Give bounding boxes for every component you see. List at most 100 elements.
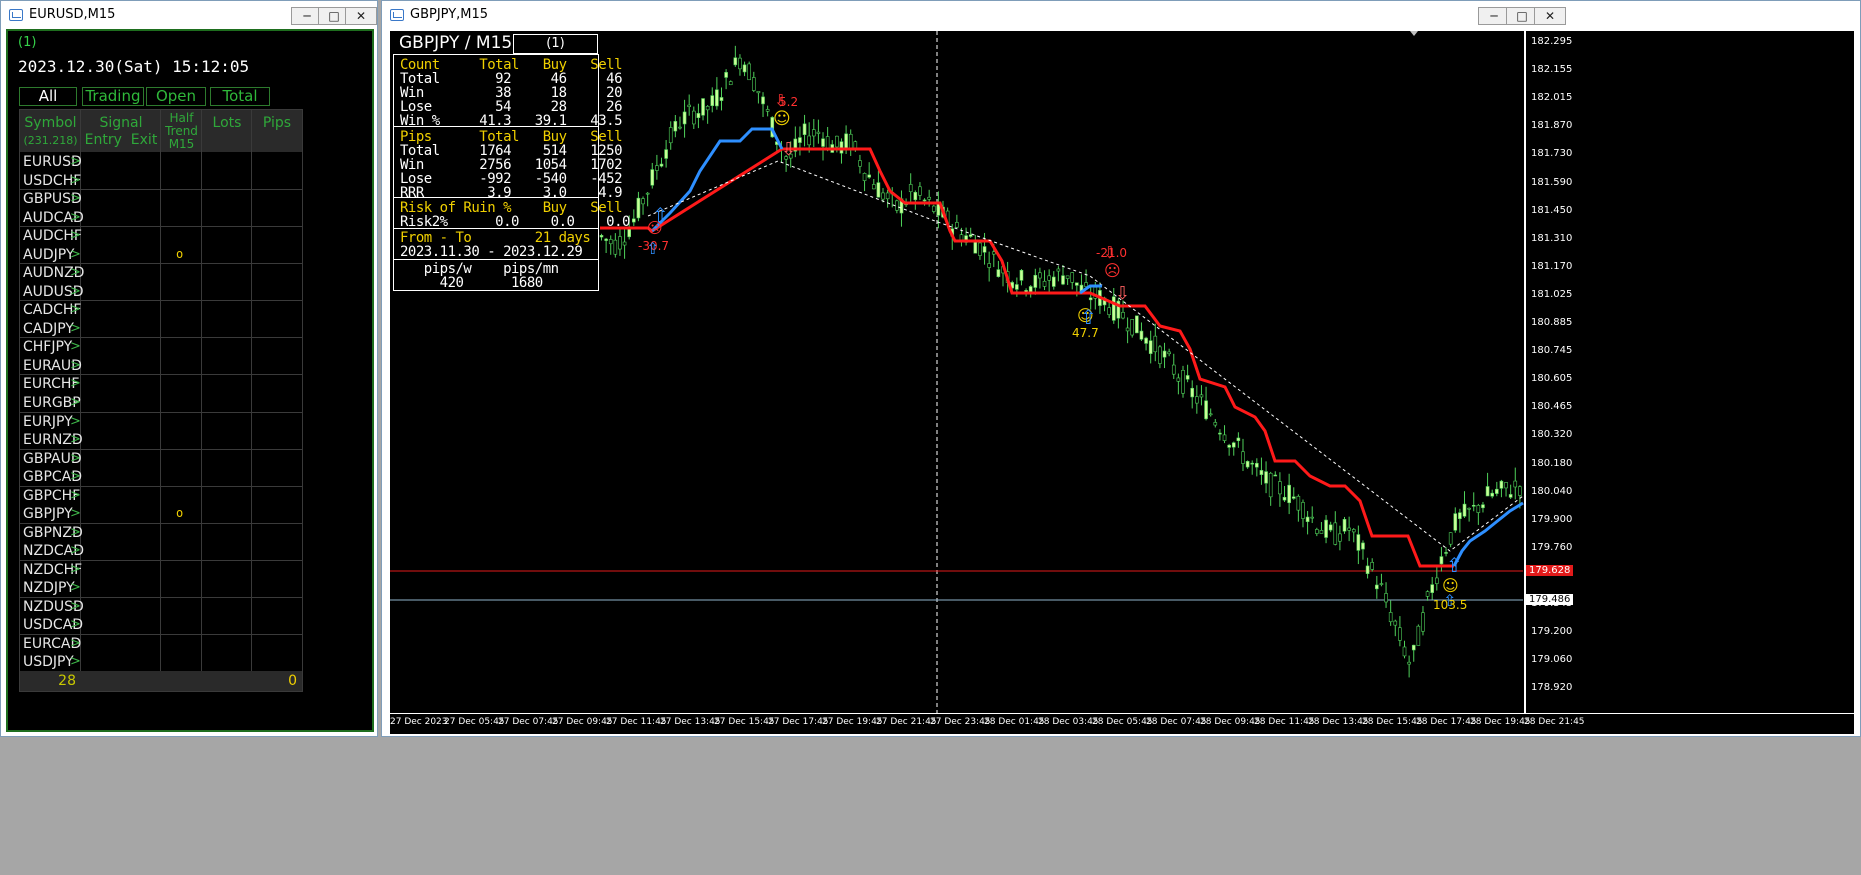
stats-pips-box: Pips Total Buy Sell Total 1764 514 1250 … — [393, 126, 623, 201]
candle-body — [908, 184, 913, 193]
candle-body — [821, 138, 825, 147]
chevron-right-icon[interactable]: > — [70, 580, 81, 595]
chevron-right-icon[interactable]: > — [70, 469, 81, 484]
symbol-gbpjpy[interactable]: GBPJPY — [23, 506, 73, 522]
chevron-right-icon[interactable]: > — [70, 432, 81, 447]
price-tick-label: 179.900 — [1531, 513, 1573, 525]
time-tick-label: 27 Dec 09:45 — [552, 717, 613, 727]
chevron-right-icon[interactable]: > — [70, 302, 81, 317]
row-separator — [20, 449, 302, 450]
chevron-right-icon[interactable]: > — [70, 339, 81, 354]
chevron-right-icon[interactable]: > — [70, 636, 81, 651]
chevron-right-icon[interactable]: > — [70, 247, 81, 262]
candle-body — [1282, 496, 1287, 501]
chevron-right-icon[interactable]: > — [70, 414, 81, 429]
candle-body — [1499, 480, 1504, 489]
candle-body — [604, 238, 608, 241]
candle-body — [724, 72, 728, 78]
candle-body — [650, 169, 655, 186]
chart-area[interactable]: 182.295 182.155 182.015 181.870 181.730 181.5… — [390, 31, 1854, 734]
candle-body — [1268, 472, 1273, 498]
chevron-right-icon[interactable]: > — [70, 154, 81, 169]
candle-body — [1485, 486, 1490, 497]
candle-body — [844, 133, 848, 149]
time-tick-label: 28 Dec 15:45 — [1362, 717, 1423, 727]
candle-body — [1342, 519, 1347, 532]
chevron-right-icon[interactable]: > — [70, 506, 81, 521]
candle-body — [1019, 270, 1024, 281]
candle-body — [1398, 627, 1402, 641]
candle-body — [1278, 481, 1282, 495]
tab-trading[interactable]: Trading — [82, 87, 144, 106]
row-separator — [20, 226, 302, 227]
chevron-right-icon[interactable]: > — [70, 265, 81, 280]
candle-body — [1508, 494, 1513, 498]
candle-body — [1181, 370, 1185, 394]
chevron-right-icon[interactable]: > — [70, 358, 81, 373]
candle-body — [1347, 527, 1351, 531]
candle-body — [1458, 512, 1462, 520]
stats-count-box: Count Total Buy Sell Total 92 46 46 Win … — [393, 54, 623, 129]
candle-body — [682, 111, 687, 125]
candle-body — [1416, 625, 1421, 646]
candle-body — [1407, 661, 1411, 665]
symbol-cadjpy[interactable]: CADJPY — [23, 321, 74, 337]
time-tick-label: 27 Dec 07:45 — [498, 717, 559, 727]
candle-body — [1153, 335, 1158, 353]
candle-body — [862, 173, 867, 181]
tab-open[interactable]: Open — [146, 87, 206, 106]
chevron-right-icon[interactable]: > — [70, 654, 81, 669]
chevron-right-icon[interactable]: > — [70, 395, 81, 410]
candle-body — [1033, 274, 1038, 288]
tab-all[interactable]: All — [19, 87, 77, 106]
candle-body — [1467, 507, 1471, 510]
symbol-nzdjpy[interactable]: NZDJPY — [23, 580, 75, 596]
header-timeframe: M15 — [168, 137, 195, 151]
close-button[interactable]: ✕ — [345, 7, 377, 25]
chevron-right-icon[interactable]: > — [70, 562, 81, 577]
symbol-table: Symbol (231.218) Signal Entry Exit Half … — [19, 109, 303, 692]
last-price-badge: 179.486 — [1526, 594, 1574, 605]
candle-body — [1065, 275, 1070, 279]
chevron-right-icon[interactable]: > — [70, 451, 81, 466]
candle-body — [1070, 272, 1075, 283]
candle-body — [895, 200, 899, 211]
chevron-right-icon[interactable]: > — [70, 173, 81, 188]
chevron-right-icon[interactable]: > — [70, 599, 81, 614]
candle-body — [871, 184, 876, 190]
chevron-right-icon[interactable]: > — [70, 543, 81, 558]
chevron-right-icon[interactable]: > — [70, 488, 81, 503]
price-tick-label: 180.040 — [1531, 485, 1573, 497]
chevron-right-icon[interactable]: > — [70, 191, 81, 206]
candle-body — [645, 192, 650, 195]
candle-body — [1171, 364, 1176, 375]
chevron-right-icon[interactable]: > — [70, 376, 81, 391]
symbol-eurjpy[interactable]: EURJPY — [23, 414, 73, 430]
symbol-audjpy[interactable]: AUDJPY — [23, 247, 74, 263]
chevron-right-icon[interactable]: > — [70, 321, 81, 336]
up-arrow-icon: ⇧ — [1446, 553, 1463, 577]
tab-total[interactable]: Total — [210, 87, 270, 106]
symbol-chfjpy[interactable]: CHFJPY — [23, 339, 72, 355]
candle-body — [1370, 562, 1375, 570]
candle-body — [1453, 513, 1458, 531]
scroll-marker[interactable] — [1410, 31, 1418, 36]
candle-body — [922, 199, 927, 202]
chevron-right-icon[interactable]: > — [70, 228, 81, 243]
candle-body — [765, 109, 770, 112]
candle-body — [1439, 556, 1444, 565]
candle-body — [701, 98, 705, 116]
candle-body — [705, 106, 710, 111]
price-tick-label: 182.295 — [1531, 36, 1573, 47]
chevron-right-icon[interactable]: > — [70, 284, 81, 299]
chevron-right-icon[interactable]: > — [70, 210, 81, 225]
chevron-right-icon[interactable]: > — [70, 617, 81, 632]
symbol-usdjpy[interactable]: USDJPY — [23, 654, 74, 670]
chevron-right-icon[interactable]: > — [70, 525, 81, 540]
candle-body — [835, 135, 839, 148]
candle-body — [1130, 319, 1135, 336]
close-button[interactable]: ✕ — [1534, 7, 1566, 25]
candle-body — [1296, 495, 1301, 511]
header-trend: Trend — [165, 124, 198, 138]
candle-body — [751, 77, 756, 91]
